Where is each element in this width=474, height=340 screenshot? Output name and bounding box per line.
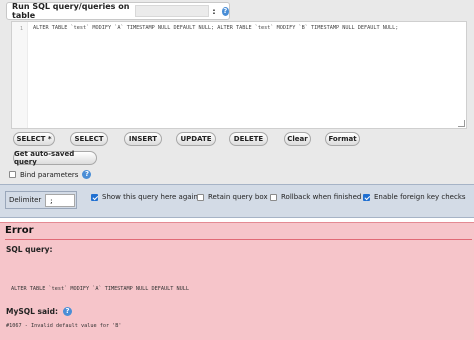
resize-handle-icon[interactable] xyxy=(458,120,465,127)
table-name-field xyxy=(134,5,210,17)
bind-parameters-label: Bind parameters xyxy=(20,170,79,179)
show-query-again-option[interactable]: Show this query here again xyxy=(91,193,198,201)
foreign-key-checks-label: Enable foreign key checks xyxy=(374,193,466,201)
sql-query-label: SQL query: xyxy=(6,245,53,254)
insert-button[interactable]: INSERT xyxy=(124,132,162,146)
foreign-key-checks-checkbox[interactable] xyxy=(363,193,370,201)
help-icon[interactable]: ? xyxy=(82,170,92,179)
rollback-when-finished-option[interactable]: Rollback when finished xyxy=(270,193,361,201)
rollback-when-finished-checkbox[interactable] xyxy=(270,193,277,201)
rollback-when-finished-label: Rollback when finished xyxy=(281,193,362,201)
error-message: #1067 - Invalid default value for 'B' xyxy=(6,323,122,329)
format-button[interactable]: Format xyxy=(325,132,360,146)
sql-query-editor[interactable]: 1 ALTER TABLE `test` MODIFY `A` TIMESTAM… xyxy=(11,21,467,129)
retain-query-box-label: Retain query box xyxy=(208,193,268,201)
query-text[interactable]: ALTER TABLE `test` MODIFY `A` TIMESTAMP … xyxy=(33,25,398,31)
select-button[interactable]: SELECT xyxy=(70,132,108,146)
update-button[interactable]: UPDATE xyxy=(176,132,216,146)
failed-sql-query: ALTER TABLE `test` MODIFY `A` TIMESTAMP … xyxy=(11,286,190,292)
retain-query-box-checkbox[interactable] xyxy=(197,193,204,201)
error-title: Error xyxy=(5,225,34,236)
help-icon[interactable]: ? xyxy=(221,6,229,16)
show-query-again-checkbox[interactable] xyxy=(91,193,98,201)
line-number: 1 xyxy=(20,26,24,32)
help-icon[interactable]: ? xyxy=(62,307,72,316)
delimiter-input[interactable]: ; xyxy=(45,193,76,207)
query-button-row: SELECT * SELECT INSERT UPDATE DELETE Cle… xyxy=(0,132,474,146)
clear-button[interactable]: Clear xyxy=(284,132,311,146)
error-panel: Error SQL query: ALTER TABLE `test` MODI… xyxy=(0,222,474,340)
mysql-said-row: MySQL said: ? xyxy=(6,307,72,316)
legend-colon: : xyxy=(212,6,216,16)
delete-button[interactable]: DELETE xyxy=(229,132,268,146)
query-options-bar: Delimiter ; Show this query here again R… xyxy=(0,184,474,218)
delimiter-label: Delimiter xyxy=(9,196,42,204)
error-divider xyxy=(5,239,472,240)
delimiter-group: Delimiter ; xyxy=(5,191,77,209)
retain-query-box-option[interactable]: Retain query box xyxy=(197,193,268,201)
bind-parameters-checkbox[interactable] xyxy=(9,171,16,178)
show-query-again-label: Show this query here again xyxy=(102,193,198,201)
legend-label: Run SQL query/queries on table xyxy=(12,2,130,20)
mysql-said-label: MySQL said: xyxy=(6,307,58,316)
foreign-key-checks-option[interactable]: Enable foreign key checks xyxy=(363,193,466,201)
editor-gutter: 1 xyxy=(12,22,28,128)
sql-panel-legend: Run SQL query/queries on table : ? xyxy=(6,2,230,20)
select-star-button[interactable]: SELECT * xyxy=(13,132,55,146)
get-auto-saved-query-button[interactable]: Get auto-saved query xyxy=(13,150,97,166)
bind-parameters-option[interactable]: Bind parameters ? xyxy=(9,170,92,179)
sql-query-panel: Run SQL query/queries on table : ? 1 ALT… xyxy=(0,0,474,184)
